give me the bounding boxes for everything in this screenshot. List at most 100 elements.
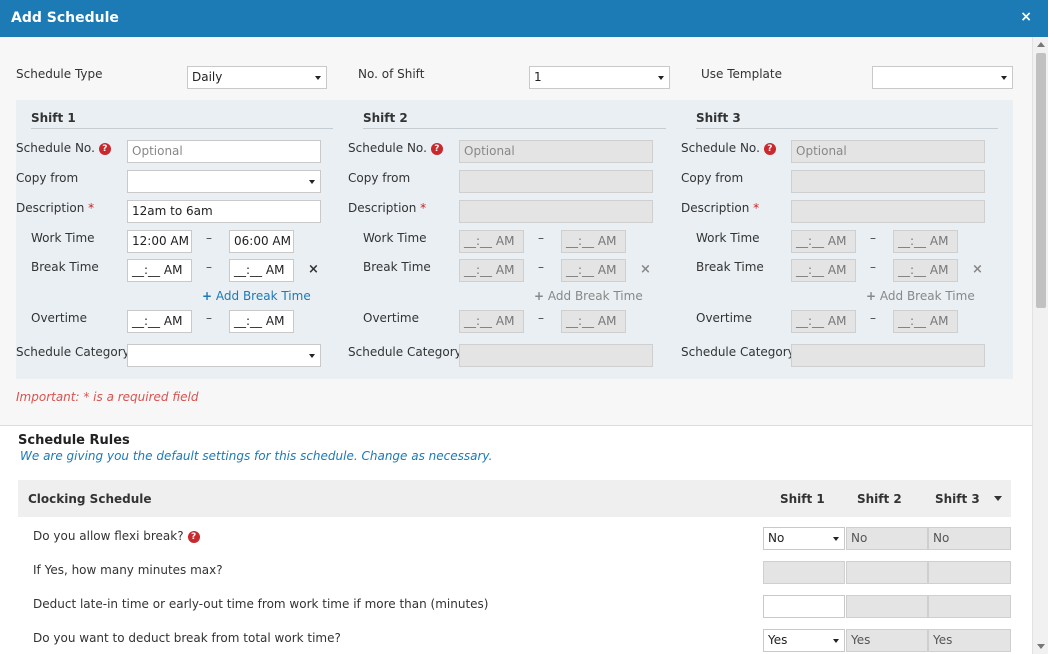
chevron-down-icon: [309, 180, 315, 184]
shift3-copy-from-label: Copy from: [681, 171, 744, 185]
scroll-down-icon[interactable]: [1037, 644, 1045, 649]
shift3-overtime-end-input[interactable]: __:__ AM: [893, 310, 958, 333]
scrollbar[interactable]: [1032, 37, 1048, 654]
deduct-break-shift3-select[interactable]: Yes: [928, 629, 1011, 652]
deduct-break-shift1-select[interactable]: Yes: [763, 629, 845, 652]
shift3-add-break-link[interactable]: + Add Break Time: [866, 289, 975, 303]
shift1-overtime-start-value: __:__ AM: [132, 314, 183, 328]
shift1-overtime-end-input[interactable]: __:__ AM: [229, 310, 294, 333]
shift3-overtime-start-input[interactable]: __:__ AM: [791, 310, 856, 333]
shift2-schedule-no-input[interactable]: Optional: [459, 140, 653, 163]
flexi-break-shift2-value: No: [851, 531, 868, 545]
help-icon[interactable]: ?: [98, 143, 111, 155]
flexi-break-shift3-select[interactable]: No: [928, 527, 1011, 550]
shift1-work-end-input[interactable]: 06:00 AM: [229, 230, 294, 253]
schedule-type-label: Schedule Type: [16, 67, 103, 81]
use-template-select[interactable]: [872, 66, 1013, 89]
schedule-type-select[interactable]: Daily: [187, 66, 327, 89]
remove-break-icon[interactable]: ×: [308, 262, 319, 277]
shift2-overtime-end-value: __:__ AM: [566, 314, 617, 328]
flexi-minutes-shift1-input[interactable]: [763, 561, 845, 584]
shift3-overtime-end-value: __:__ AM: [898, 314, 949, 328]
shift1-add-break-link[interactable]: + Add Break Time: [202, 289, 311, 303]
scroll-up-icon[interactable]: [1037, 42, 1045, 47]
rules-title: Schedule Rules: [18, 433, 130, 448]
shift1-overtime-end-value: __:__ AM: [234, 314, 285, 328]
remove-break-icon[interactable]: ×: [640, 262, 651, 277]
help-icon[interactable]: ?: [187, 531, 200, 543]
shift2-break-start-input[interactable]: __:__ AM: [459, 259, 524, 282]
range-dash: –: [206, 260, 212, 274]
shift1-work-end-value: 06:00 AM: [234, 234, 291, 248]
help-icon[interactable]: ?: [763, 143, 776, 155]
rule-question-text: Do you allow flexi break?: [33, 529, 184, 543]
shift1-break-start-input[interactable]: __:__ AM: [127, 259, 192, 282]
dialog-body: Schedule Type Daily No. of Shift 1 Use T…: [0, 37, 1032, 654]
shift2-overtime-end-input[interactable]: __:__ AM: [561, 310, 626, 333]
shift2-work-time-label: Work Time: [363, 231, 427, 245]
shift2-description-input[interactable]: [459, 200, 653, 223]
shift1-work-start-input[interactable]: 12:00 AM: [127, 230, 192, 253]
no-of-shift-label: No. of Shift: [358, 67, 425, 81]
shift3-divider: [696, 128, 998, 129]
use-template-label: Use Template: [701, 67, 782, 81]
schedule-no-text: Schedule No.: [348, 141, 427, 155]
shift1-break-end-input[interactable]: __:__ AM: [229, 259, 294, 282]
range-dash: –: [206, 231, 212, 245]
collapse-icon[interactable]: [994, 496, 1002, 501]
remove-break-icon[interactable]: ×: [972, 262, 983, 277]
shift3-work-time-label: Work Time: [696, 231, 760, 245]
col-shift3: Shift 3: [935, 492, 980, 506]
help-icon[interactable]: ?: [430, 143, 443, 155]
shift3-break-start-input[interactable]: __:__ AM: [791, 259, 856, 282]
deduct-break-shift1-value: Yes: [768, 633, 788, 647]
shift1-overtime-start-input[interactable]: __:__ AM: [127, 310, 192, 333]
rule-question: Do you allow flexi break??: [33, 529, 200, 543]
close-icon[interactable]: ×: [1020, 9, 1032, 25]
shift1-copy-from-select[interactable]: [127, 170, 321, 193]
flexi-minutes-shift2-input[interactable]: [846, 561, 928, 584]
range-dash: –: [538, 311, 544, 325]
shift1-work-time-label: Work Time: [31, 231, 95, 245]
chevron-down-icon: [315, 76, 321, 80]
deduct-break-shift2-select[interactable]: Yes: [846, 629, 928, 652]
shift2-schedule-no-placeholder: Optional: [464, 144, 515, 158]
late-in-shift3-input[interactable]: [928, 595, 1011, 618]
shift1-divider: [31, 128, 333, 129]
shift3-category-select[interactable]: [791, 344, 985, 367]
shift1-schedule-no-placeholder: Optional: [132, 144, 183, 158]
shift3-description-input[interactable]: [791, 200, 985, 223]
shift3-schedule-no-input[interactable]: Optional: [791, 140, 985, 163]
shift3-work-start-input[interactable]: __:__ AM: [791, 230, 856, 253]
shift1-break-end-value: __:__ AM: [234, 263, 285, 277]
shift1-schedule-no-input[interactable]: Optional: [127, 140, 321, 163]
shift2-category-select[interactable]: [459, 344, 653, 367]
shift3-break-end-input[interactable]: __:__ AM: [893, 259, 958, 282]
shift3-copy-from-select[interactable]: [791, 170, 985, 193]
range-dash: –: [870, 231, 876, 245]
description-text: Description: [16, 201, 85, 215]
shift2-overtime-start-input[interactable]: __:__ AM: [459, 310, 524, 333]
flexi-minutes-shift3-input[interactable]: [928, 561, 1011, 584]
shift2-work-start-input[interactable]: __:__ AM: [459, 230, 524, 253]
schedule-no-text: Schedule No.: [681, 141, 760, 155]
no-of-shift-select[interactable]: 1: [529, 66, 670, 89]
shift3-work-end-input[interactable]: __:__ AM: [893, 230, 958, 253]
chevron-down-icon: [833, 639, 839, 643]
required-star: *: [420, 201, 427, 215]
shift2-add-break-link[interactable]: + Add Break Time: [534, 289, 643, 303]
required-note: Important: * is a required field: [16, 390, 199, 404]
flexi-break-shift1-select[interactable]: No: [763, 527, 845, 550]
late-in-shift1-input[interactable]: [763, 595, 845, 618]
late-in-shift2-input[interactable]: [846, 595, 928, 618]
flexi-break-shift3-value: No: [933, 531, 950, 545]
flexi-break-shift2-select[interactable]: No: [846, 527, 928, 550]
clocking-schedule-header[interactable]: Clocking Schedule Shift 1 Shift 2 Shift …: [18, 480, 1011, 517]
shift2-work-end-input[interactable]: __:__ AM: [561, 230, 626, 253]
scrollbar-thumb[interactable]: [1036, 53, 1046, 308]
shift1-break-time-label: Break Time: [31, 260, 99, 274]
shift2-copy-from-select[interactable]: [459, 170, 653, 193]
shift2-break-end-input[interactable]: __:__ AM: [561, 259, 626, 282]
shift1-category-select[interactable]: [127, 344, 321, 367]
shift1-description-input[interactable]: 12am to 6am: [127, 200, 321, 223]
